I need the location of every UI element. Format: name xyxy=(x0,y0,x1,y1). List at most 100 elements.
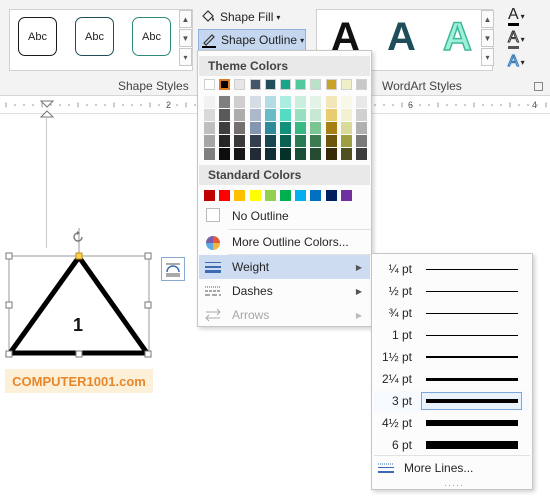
theme-color-shade[interactable] xyxy=(356,148,367,160)
theme-color-shade[interactable] xyxy=(234,122,246,134)
theme-color-swatch[interactable] xyxy=(310,79,322,90)
theme-color-shade[interactable] xyxy=(325,135,337,147)
theme-color-shade[interactable] xyxy=(264,122,276,134)
wordart-scroll-up[interactable]: ▲ xyxy=(481,10,494,28)
weight-item[interactable]: Weight ▶ xyxy=(199,255,370,279)
theme-color-shade[interactable] xyxy=(280,96,291,108)
theme-color-shade[interactable] xyxy=(280,135,291,147)
theme-color-shade[interactable] xyxy=(295,122,307,134)
indent-marker-icon[interactable] xyxy=(40,100,54,118)
layout-options-icon[interactable] xyxy=(161,257,185,281)
weight-option[interactable]: 3 pt xyxy=(374,391,530,411)
theme-color-shade[interactable] xyxy=(295,96,307,108)
theme-color-shade[interactable] xyxy=(264,148,276,160)
text-effects-button[interactable]: A ▾ xyxy=(508,52,525,72)
theme-color-shade[interactable] xyxy=(310,96,322,108)
theme-color-shade[interactable] xyxy=(340,135,352,147)
wordart-more[interactable]: ▾ xyxy=(481,48,494,66)
theme-color-shade[interactable] xyxy=(204,96,215,108)
standard-color-swatch[interactable] xyxy=(325,190,337,201)
weight-option[interactable]: 1½ pt xyxy=(374,347,530,367)
weight-option[interactable]: ¾ pt xyxy=(374,303,530,323)
no-outline-item[interactable]: No Outline xyxy=(199,204,370,228)
theme-color-shade[interactable] xyxy=(280,122,291,134)
theme-color-shade[interactable] xyxy=(356,96,367,108)
theme-color-shade[interactable] xyxy=(325,148,337,160)
text-outline-button[interactable]: A ▾ xyxy=(508,29,525,49)
theme-color-swatch[interactable] xyxy=(204,79,215,90)
resize-grip-icon[interactable]: ····· xyxy=(444,480,464,490)
wordart-scroll-down[interactable]: ▼ xyxy=(481,29,494,47)
gallery-scroll-up[interactable]: ▲ xyxy=(179,10,192,28)
theme-color-shade[interactable] xyxy=(340,122,352,134)
standard-color-swatch[interactable] xyxy=(219,190,231,201)
more-lines-item[interactable]: More Lines... xyxy=(374,457,530,479)
theme-color-shade[interactable] xyxy=(219,135,231,147)
theme-color-shade[interactable] xyxy=(234,109,246,121)
theme-color-shade[interactable] xyxy=(310,148,322,160)
standard-color-swatch[interactable] xyxy=(280,190,291,201)
theme-color-swatch[interactable] xyxy=(340,79,352,90)
theme-color-swatch[interactable] xyxy=(280,79,291,90)
theme-color-swatch[interactable] xyxy=(219,79,231,90)
theme-color-shade[interactable] xyxy=(234,135,246,147)
standard-color-swatch[interactable] xyxy=(204,190,215,201)
theme-color-shade[interactable] xyxy=(295,109,307,121)
weight-option[interactable]: 1 pt xyxy=(374,325,530,345)
theme-color-shade[interactable] xyxy=(310,122,322,134)
theme-color-shade[interactable] xyxy=(340,148,352,160)
theme-color-shade[interactable] xyxy=(234,96,246,108)
gallery-scroll-down[interactable]: ▼ xyxy=(179,29,192,47)
theme-color-shade[interactable] xyxy=(249,122,261,134)
dashes-item[interactable]: Dashes ▶ xyxy=(199,279,370,303)
rotate-handle-icon[interactable] xyxy=(71,230,85,244)
theme-color-shade[interactable] xyxy=(325,96,337,108)
theme-color-shade[interactable] xyxy=(219,96,231,108)
weight-option[interactable]: 6 pt xyxy=(374,435,530,455)
weight-option[interactable]: ¼ pt xyxy=(374,259,530,279)
dialog-launcher-icon[interactable] xyxy=(534,82,543,91)
theme-color-swatch[interactable] xyxy=(325,79,337,90)
shape-outline-button[interactable]: Shape Outline ▾ xyxy=(198,29,306,51)
theme-color-shade[interactable] xyxy=(204,109,215,121)
weight-option[interactable]: 4½ pt xyxy=(374,413,530,433)
theme-color-shade[interactable] xyxy=(340,96,352,108)
theme-color-shade[interactable] xyxy=(295,148,307,160)
theme-color-shade[interactable] xyxy=(340,109,352,121)
standard-color-swatch[interactable] xyxy=(249,190,261,201)
theme-color-shade[interactable] xyxy=(249,109,261,121)
weight-option[interactable]: ½ pt xyxy=(374,281,530,301)
triangle-shape[interactable] xyxy=(0,228,160,363)
theme-color-shade[interactable] xyxy=(249,135,261,147)
text-fill-button[interactable]: A ▾ xyxy=(508,6,525,26)
theme-color-shade[interactable] xyxy=(219,122,231,134)
theme-color-shade[interactable] xyxy=(356,122,367,134)
theme-color-swatch[interactable] xyxy=(264,79,276,90)
wordart-style-3[interactable]: A xyxy=(442,14,472,60)
theme-color-shade[interactable] xyxy=(204,148,215,160)
theme-color-shade[interactable] xyxy=(356,109,367,121)
theme-color-shade[interactable] xyxy=(264,135,276,147)
theme-color-shade[interactable] xyxy=(280,148,291,160)
theme-color-swatch[interactable] xyxy=(249,79,261,90)
wordart-style-2[interactable]: A xyxy=(387,14,416,60)
theme-color-shade[interactable] xyxy=(295,135,307,147)
theme-color-swatch[interactable] xyxy=(295,79,307,90)
theme-color-shade[interactable] xyxy=(204,122,215,134)
theme-color-shade[interactable] xyxy=(325,122,337,134)
more-outline-colors-item[interactable]: More Outline Colors... xyxy=(199,230,370,254)
theme-color-shade[interactable] xyxy=(310,135,322,147)
standard-color-swatch[interactable] xyxy=(295,190,307,201)
standard-color-swatch[interactable] xyxy=(310,190,322,201)
theme-color-shade[interactable] xyxy=(249,96,261,108)
theme-color-shade[interactable] xyxy=(234,148,246,160)
gallery-more[interactable]: ▾ xyxy=(179,48,192,66)
shape-style-thumb-2[interactable]: Abc xyxy=(75,17,114,56)
theme-color-shade[interactable] xyxy=(280,109,291,121)
theme-color-shade[interactable] xyxy=(219,148,231,160)
standard-color-swatch[interactable] xyxy=(264,190,276,201)
theme-color-shade[interactable] xyxy=(204,135,215,147)
shape-fill-button[interactable]: Shape Fill ▾ xyxy=(200,7,280,27)
theme-color-shade[interactable] xyxy=(264,109,276,121)
theme-color-shade[interactable] xyxy=(249,148,261,160)
